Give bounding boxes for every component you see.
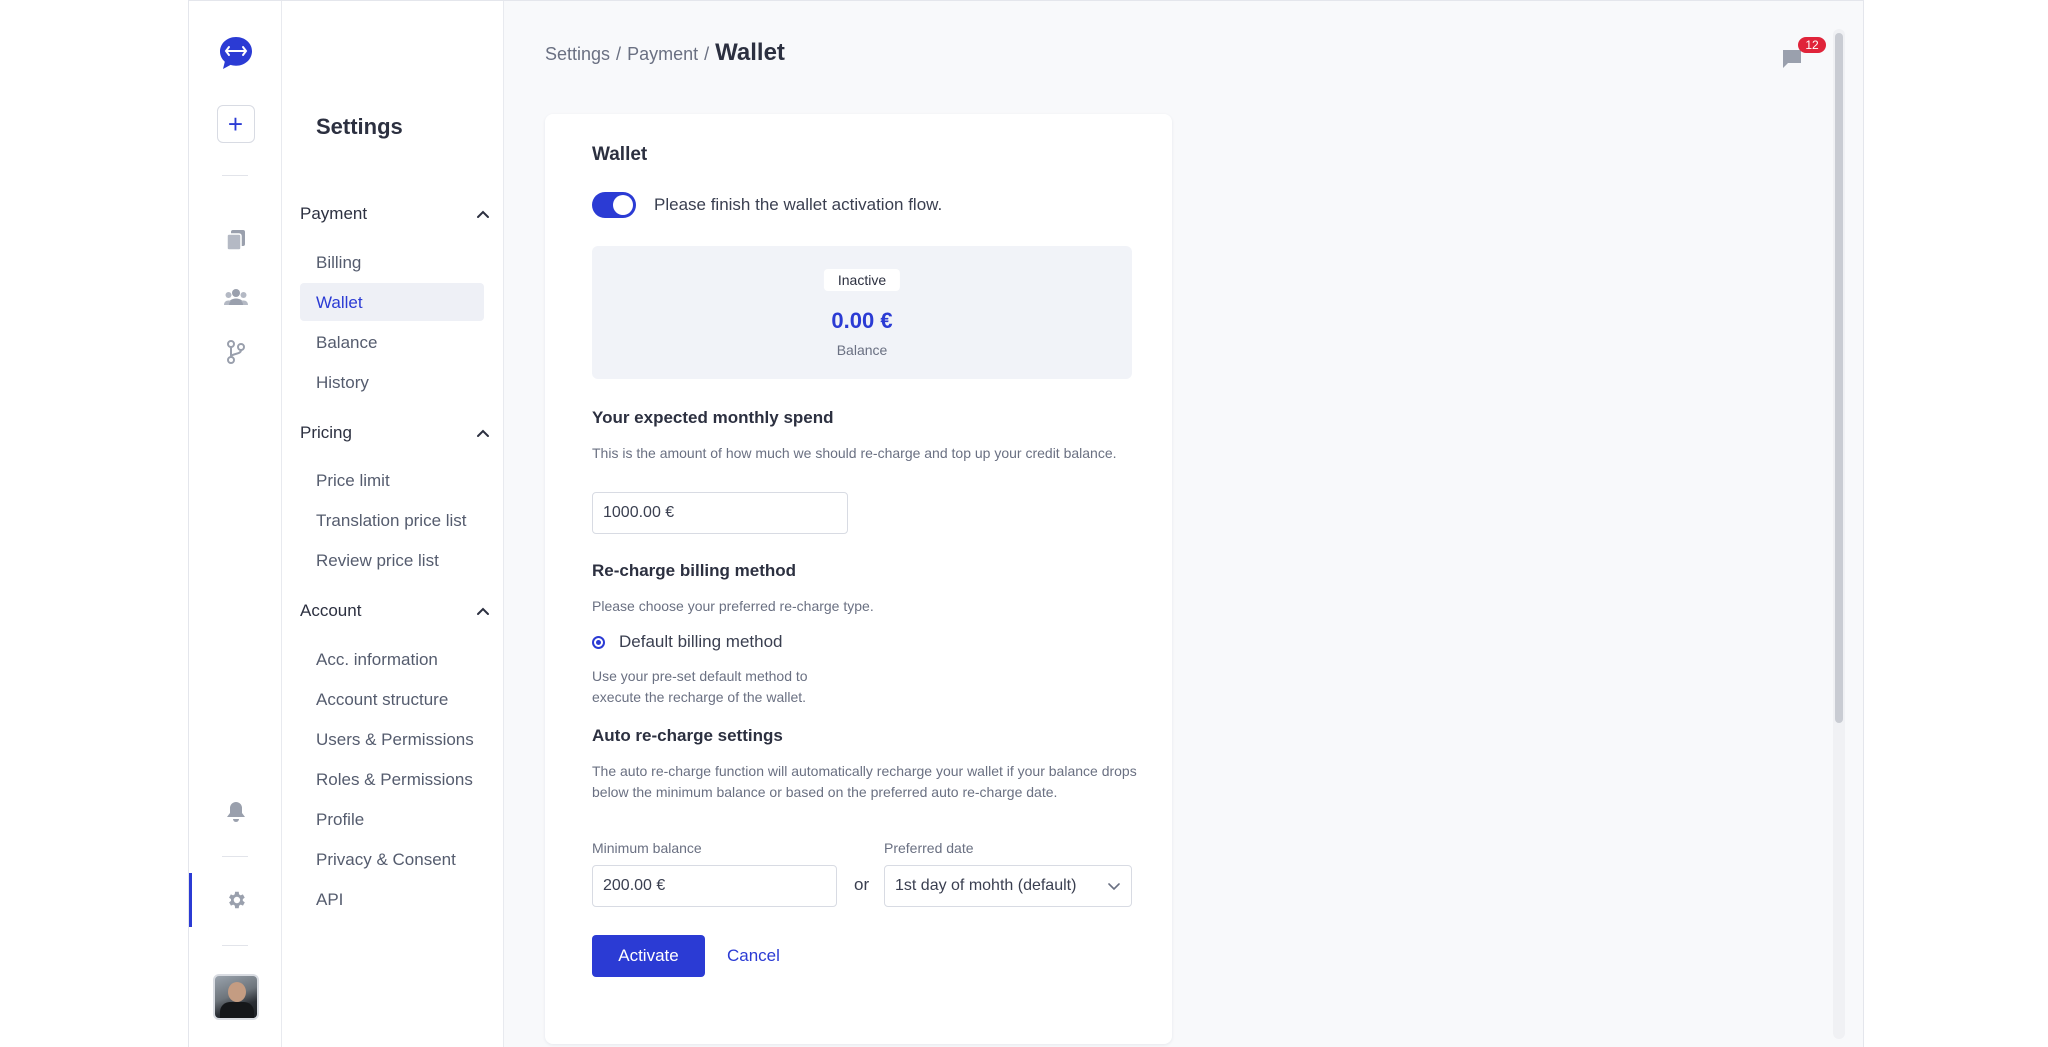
minimum-balance-label: Minimum balance (592, 840, 702, 856)
sidebar-item-account-structure[interactable]: Account structure (316, 688, 448, 712)
sidebar-item-acc-information[interactable]: Acc. information (316, 648, 438, 672)
user-avatar[interactable] (189, 973, 282, 1021)
sidebar-item-balance[interactable]: Balance (316, 331, 377, 355)
wallet-toggle-row: Please finish the wallet activation flow… (592, 192, 942, 218)
page-title: Wallet (715, 39, 785, 66)
sidebar-item-history[interactable]: History (316, 371, 369, 395)
documents-icon (225, 230, 245, 251)
chevron-up-icon (477, 210, 489, 218)
sidebar-title: Settings (316, 114, 403, 139)
wallet-card: Wallet Please finish the wallet activati… (545, 114, 1172, 1044)
default-billing-radio[interactable]: Default billing method (592, 632, 782, 652)
rail-notifications[interactable] (189, 797, 282, 827)
breadcrumb-separator: / (616, 44, 622, 64)
users-icon (223, 289, 248, 305)
sidebar-item-roles-permissions[interactable]: Roles & Permissions (316, 768, 473, 792)
recharge-method-desc: Please choose your preferred re-charge t… (592, 598, 874, 614)
branch-icon (226, 340, 245, 364)
group-account-label: Account (300, 601, 362, 620)
wallet-activation-toggle[interactable] (592, 192, 636, 218)
activate-button[interactable]: Activate (592, 935, 705, 977)
create-new-button[interactable]: + (189, 105, 282, 143)
preferred-date-select[interactable]: 1st day of mohth (default) (884, 865, 1132, 907)
sidebar-item-users-permissions[interactable]: Users & Permissions (316, 728, 474, 752)
sidebar-item-translation-price-list[interactable]: Translation price list (316, 509, 467, 533)
app-logo[interactable] (189, 33, 282, 73)
breadcrumb-settings[interactable]: Settings (545, 44, 610, 65)
radio-label: Default billing method (619, 632, 783, 651)
status-badge: Inactive (823, 269, 901, 291)
rail-users[interactable] (189, 282, 282, 312)
monthly-spend-input[interactable]: 1000.00 € (592, 492, 848, 534)
minimum-balance-input[interactable]: 200.00 € (592, 865, 837, 907)
bell-icon (226, 802, 245, 822)
notification-badge: 12 (1798, 37, 1826, 53)
group-pricing-label: Pricing (300, 423, 352, 442)
card-title: Wallet (592, 144, 648, 165)
auto-recharge-desc: The auto re-charge function will automat… (592, 763, 1137, 800)
auto-recharge-title: Auto re-charge settings (592, 726, 783, 745)
sidebar-item-profile[interactable]: Profile (316, 808, 364, 832)
toggle-label: Please finish the wallet activation flow… (654, 195, 943, 214)
main-content: Settings / Payment / Wallet 12 Wallet Pl… (504, 1, 1863, 1047)
balance-panel: Inactive 0.00 € Balance (592, 246, 1132, 379)
plus-icon: + (227, 109, 244, 139)
group-payment[interactable]: Payment (300, 202, 490, 226)
group-pricing[interactable]: Pricing (300, 421, 490, 445)
rail-settings[interactable] (189, 885, 282, 915)
radio-selected[interactable] (592, 635, 605, 649)
chevron-down-icon (1108, 883, 1120, 891)
radio-option-desc: Use your pre-set default method to execu… (592, 668, 808, 705)
sidebar-item-review-price-list[interactable]: Review price list (316, 549, 439, 573)
app-window: + Settings Payment Billing Wallet Balanc… (188, 0, 1864, 1047)
sidebar-item-price-limit[interactable]: Price limit (316, 469, 390, 493)
breadcrumb: Settings / Payment / Wallet (545, 39, 785, 67)
messages-button[interactable]: 12 (1780, 37, 1826, 73)
sidebar-item-privacy-consent[interactable]: Privacy & Consent (316, 848, 456, 872)
scrollbar-thumb[interactable] (1835, 33, 1843, 723)
sidebar-item-wallet[interactable]: Wallet (316, 291, 363, 315)
rail-workflows[interactable] (189, 337, 282, 367)
gear-icon (228, 891, 245, 909)
rail-documents[interactable] (189, 225, 282, 255)
chevron-up-icon (477, 429, 489, 437)
balance-label: Balance (836, 342, 888, 358)
monthly-spend-desc: This is the amount of how much we should… (592, 445, 1117, 461)
sidebar-item-api[interactable]: API (316, 888, 343, 912)
cancel-button[interactable]: Cancel (727, 935, 780, 977)
monthly-spend-title: Your expected monthly spend (592, 408, 834, 427)
avatar (212, 974, 259, 1020)
group-account[interactable]: Account (300, 599, 490, 623)
chevron-up-icon (477, 607, 489, 615)
recharge-method-title: Re-charge billing method (592, 561, 797, 580)
sidebar-item-billing[interactable]: Billing (316, 251, 361, 275)
preferred-date-label: Preferred date (884, 840, 974, 856)
balance-amount: 0.00 € (831, 308, 893, 333)
logo-chat-icon (219, 37, 252, 69)
or-separator: or (854, 875, 870, 894)
group-payment-label: Payment (300, 204, 368, 223)
settings-sidebar: Settings Payment Billing Wallet Balance … (282, 1, 504, 1047)
preferred-date-value: 1st day of mohth (default) (895, 877, 1077, 894)
page-scrollbar[interactable] (1833, 29, 1845, 1039)
breadcrumb-separator: / (704, 44, 710, 64)
breadcrumb-payment[interactable]: Payment (627, 44, 698, 65)
icon-rail: + (189, 1, 282, 1047)
